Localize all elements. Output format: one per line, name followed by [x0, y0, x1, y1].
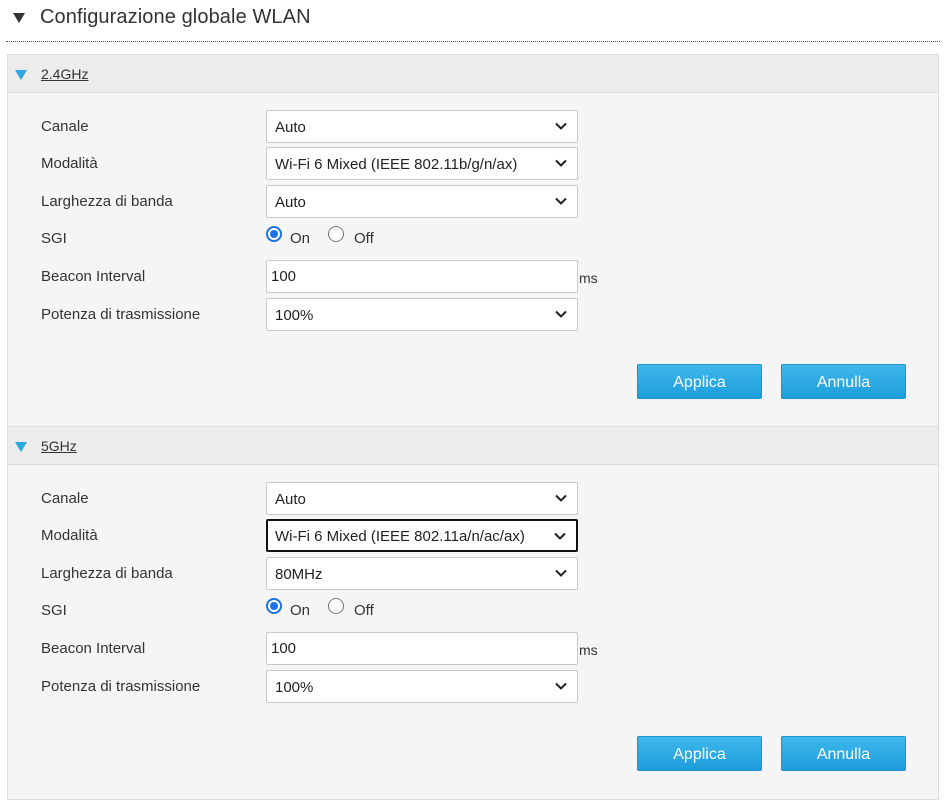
- potenza-select[interactable]: 100%: [266, 670, 578, 703]
- chevron-down-icon: [554, 532, 566, 540]
- caret-down-icon[interactable]: [15, 70, 27, 80]
- panel-header[interactable]: 5GHz: [8, 427, 938, 465]
- canale-row: Canale Auto: [8, 110, 938, 144]
- chevron-down-icon: [555, 159, 567, 167]
- larghezza-select[interactable]: 80MHz: [266, 557, 578, 590]
- canale-label: Canale: [41, 490, 89, 507]
- panel-header[interactable]: 2.4GHz: [8, 55, 938, 93]
- modalita-label: Modalità: [41, 527, 98, 544]
- chevron-down-icon: [555, 122, 567, 130]
- caret-down-icon[interactable]: [13, 13, 25, 23]
- larghezza-value: 80MHz: [275, 566, 323, 583]
- page-header: Configurazione globale WLAN: [0, 0, 949, 42]
- cancel-button[interactable]: Annulla: [781, 364, 906, 399]
- potenza-value: 100%: [275, 679, 314, 696]
- panel-2-4ghz: 2.4GHz Canale Auto Modalità Wi-Fi 6 Mixe…: [7, 54, 939, 427]
- sgi-off-label[interactable]: Off: [354, 230, 374, 247]
- sgi-on-label[interactable]: On: [290, 602, 310, 619]
- apply-button[interactable]: Applica: [637, 736, 762, 771]
- larghezza-row: Larghezza di banda Auto: [8, 185, 938, 219]
- potenza-label: Potenza di trasmissione: [41, 306, 201, 323]
- canale-value: Auto: [275, 119, 306, 136]
- sgi-row: SGI On Off: [8, 594, 938, 628]
- modalita-row: Modalità Wi-Fi 6 Mixed (IEEE 802.11b/g/n…: [8, 147, 938, 181]
- panel-title-link[interactable]: 5GHz: [41, 438, 77, 454]
- potenza-row: Potenza di trasmissione 100%: [8, 670, 938, 704]
- beacon-label: Beacon Interval: [41, 268, 146, 285]
- sgi-on-label[interactable]: On: [290, 230, 310, 247]
- panel-title-link[interactable]: 2.4GHz: [41, 66, 88, 82]
- canale-select[interactable]: Auto: [266, 482, 578, 515]
- potenza-select[interactable]: 100%: [266, 298, 578, 331]
- canale-select[interactable]: Auto: [266, 110, 578, 143]
- beacon-unit: ms: [579, 642, 598, 658]
- sgi-on-radio[interactable]: [266, 226, 282, 242]
- divider: [6, 41, 940, 42]
- apply-button[interactable]: Applica: [637, 364, 762, 399]
- sgi-off-label[interactable]: Off: [354, 602, 374, 619]
- chevron-down-icon: [555, 494, 567, 502]
- larghezza-select[interactable]: Auto: [266, 185, 578, 218]
- larghezza-value: Auto: [275, 194, 306, 211]
- modalita-value: Wi-Fi 6 Mixed (IEEE 802.11a/n/ac/ax): [275, 528, 525, 545]
- potenza-label: Potenza di trasmissione: [41, 678, 201, 695]
- modalita-label: Modalità: [41, 155, 98, 172]
- beacon-row: Beacon Interval ms: [8, 260, 938, 294]
- chevron-down-icon: [555, 682, 567, 690]
- page-title: Configurazione globale WLAN: [40, 6, 311, 28]
- cancel-button[interactable]: Annulla: [781, 736, 906, 771]
- beacon-input[interactable]: [266, 260, 578, 293]
- modalita-value: Wi-Fi 6 Mixed (IEEE 802.11b/g/n/ax): [275, 156, 518, 173]
- potenza-row: Potenza di trasmissione 100%: [8, 298, 938, 332]
- beacon-label: Beacon Interval: [41, 640, 146, 657]
- larghezza-label: Larghezza di banda: [41, 193, 173, 210]
- canale-row: Canale Auto: [8, 482, 938, 516]
- larghezza-label: Larghezza di banda: [41, 565, 173, 582]
- sgi-off-radio[interactable]: [328, 226, 344, 242]
- modalita-row: Modalità Wi-Fi 6 Mixed (IEEE 802.11a/n/a…: [8, 519, 938, 553]
- modalita-select[interactable]: Wi-Fi 6 Mixed (IEEE 802.11b/g/n/ax): [266, 147, 578, 180]
- potenza-value: 100%: [275, 307, 314, 324]
- panel-5ghz: 5GHz Canale Auto Modalità Wi-Fi 6 Mixed …: [7, 426, 939, 800]
- beacon-row: Beacon Interval ms: [8, 632, 938, 666]
- chevron-down-icon: [555, 197, 567, 205]
- caret-down-icon[interactable]: [15, 442, 27, 452]
- beacon-unit: ms: [579, 270, 598, 286]
- sgi-off-radio[interactable]: [328, 598, 344, 614]
- modalita-select[interactable]: Wi-Fi 6 Mixed (IEEE 802.11a/n/ac/ax): [266, 519, 578, 552]
- canale-value: Auto: [275, 491, 306, 508]
- chevron-down-icon: [555, 310, 567, 318]
- sgi-row: SGI On Off: [8, 222, 938, 256]
- sgi-label: SGI: [41, 602, 67, 619]
- larghezza-row: Larghezza di banda 80MHz: [8, 557, 938, 591]
- chevron-down-icon: [555, 569, 567, 577]
- sgi-on-radio[interactable]: [266, 598, 282, 614]
- beacon-input[interactable]: [266, 632, 578, 665]
- sgi-label: SGI: [41, 230, 67, 247]
- canale-label: Canale: [41, 118, 89, 135]
